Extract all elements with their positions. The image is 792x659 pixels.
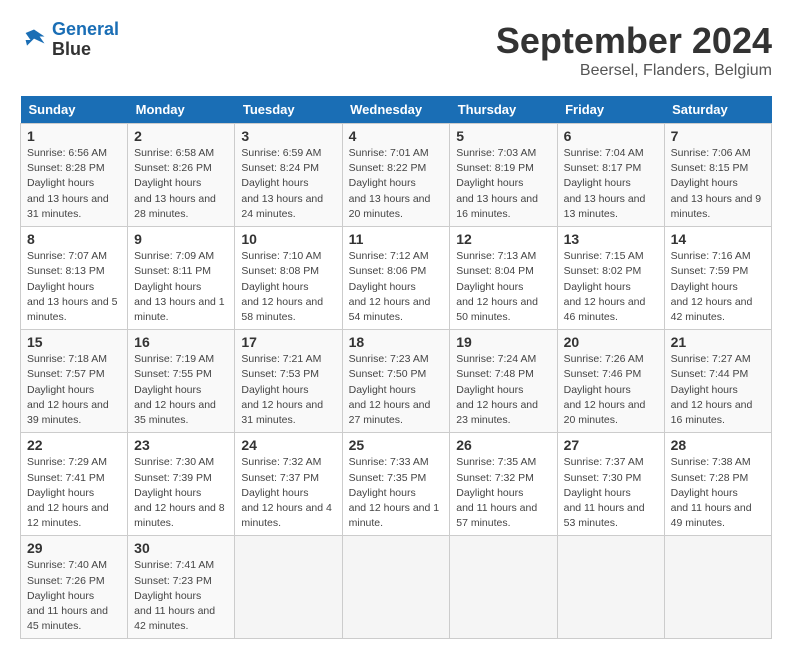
calendar-cell: 27 Sunrise: 7:37 AM Sunset: 7:30 PM Dayl… [557, 433, 664, 536]
calendar-cell [235, 536, 342, 639]
calendar-cell: 22 Sunrise: 7:29 AM Sunset: 7:41 PM Dayl… [21, 433, 128, 536]
calendar-cell: 21 Sunrise: 7:27 AM Sunset: 7:44 PM Dayl… [664, 330, 771, 433]
col-tuesday: Tuesday [235, 96, 342, 124]
col-saturday: Saturday [664, 96, 771, 124]
calendar-cell: 23 Sunrise: 7:30 AM Sunset: 7:39 PM Dayl… [128, 433, 235, 536]
calendar-cell [450, 536, 557, 639]
calendar-cell: 18 Sunrise: 7:23 AM Sunset: 7:50 PM Dayl… [342, 330, 450, 433]
col-friday: Friday [557, 96, 664, 124]
col-thursday: Thursday [450, 96, 557, 124]
col-wednesday: Wednesday [342, 96, 450, 124]
calendar-cell: 5 Sunrise: 7:03 AM Sunset: 8:19 PM Dayli… [450, 124, 557, 227]
location: Beersel, Flanders, Belgium [496, 62, 772, 80]
page-header: General Blue September 2024 Beersel, Fla… [20, 20, 772, 80]
calendar-cell: 4 Sunrise: 7:01 AM Sunset: 8:22 PM Dayli… [342, 124, 450, 227]
calendar-cell: 3 Sunrise: 6:59 AM Sunset: 8:24 PM Dayli… [235, 124, 342, 227]
calendar-cell: 20 Sunrise: 7:26 AM Sunset: 7:46 PM Dayl… [557, 330, 664, 433]
calendar-cell: 12 Sunrise: 7:13 AM Sunset: 8:04 PM Dayl… [450, 227, 557, 330]
calendar-week-5: 29 Sunrise: 7:40 AM Sunset: 7:26 PM Dayl… [21, 536, 772, 639]
calendar-cell [664, 536, 771, 639]
calendar-cell: 30 Sunrise: 7:41 AM Sunset: 7:23 PM Dayl… [128, 536, 235, 639]
calendar-cell: 10 Sunrise: 7:10 AM Sunset: 8:08 PM Dayl… [235, 227, 342, 330]
calendar-cell: 17 Sunrise: 7:21 AM Sunset: 7:53 PM Dayl… [235, 330, 342, 433]
calendar-cell: 1 Sunrise: 6:56 AM Sunset: 8:28 PM Dayli… [21, 124, 128, 227]
calendar-week-4: 22 Sunrise: 7:29 AM Sunset: 7:41 PM Dayl… [21, 433, 772, 536]
calendar-cell: 28 Sunrise: 7:38 AM Sunset: 7:28 PM Dayl… [664, 433, 771, 536]
calendar-cell: 2 Sunrise: 6:58 AM Sunset: 8:26 PM Dayli… [128, 124, 235, 227]
title-block: September 2024 Beersel, Flanders, Belgiu… [496, 20, 772, 80]
logo-icon [20, 26, 48, 54]
calendar-cell [342, 536, 450, 639]
month-title: September 2024 [496, 20, 772, 62]
calendar-cell: 25 Sunrise: 7:33 AM Sunset: 7:35 PM Dayl… [342, 433, 450, 536]
calendar-cell: 7 Sunrise: 7:06 AM Sunset: 8:15 PM Dayli… [664, 124, 771, 227]
calendar-cell: 15 Sunrise: 7:18 AM Sunset: 7:57 PM Dayl… [21, 330, 128, 433]
calendar-cell: 6 Sunrise: 7:04 AM Sunset: 8:17 PM Dayli… [557, 124, 664, 227]
calendar-cell: 26 Sunrise: 7:35 AM Sunset: 7:32 PM Dayl… [450, 433, 557, 536]
calendar-cell: 14 Sunrise: 7:16 AM Sunset: 7:59 PM Dayl… [664, 227, 771, 330]
calendar-header-row: Sunday Monday Tuesday Wednesday Thursday… [21, 96, 772, 124]
calendar-cell: 9 Sunrise: 7:09 AM Sunset: 8:11 PM Dayli… [128, 227, 235, 330]
calendar-cell: 11 Sunrise: 7:12 AM Sunset: 8:06 PM Dayl… [342, 227, 450, 330]
logo-text: General Blue [52, 20, 119, 60]
calendar-week-2: 8 Sunrise: 7:07 AM Sunset: 8:13 PM Dayli… [21, 227, 772, 330]
calendar-cell: 29 Sunrise: 7:40 AM Sunset: 7:26 PM Dayl… [21, 536, 128, 639]
calendar-cell: 13 Sunrise: 7:15 AM Sunset: 8:02 PM Dayl… [557, 227, 664, 330]
calendar-week-3: 15 Sunrise: 7:18 AM Sunset: 7:57 PM Dayl… [21, 330, 772, 433]
calendar-cell: 19 Sunrise: 7:24 AM Sunset: 7:48 PM Dayl… [450, 330, 557, 433]
calendar-cell: 8 Sunrise: 7:07 AM Sunset: 8:13 PM Dayli… [21, 227, 128, 330]
calendar-table: Sunday Monday Tuesday Wednesday Thursday… [20, 96, 772, 639]
logo: General Blue [20, 20, 119, 60]
calendar-cell [557, 536, 664, 639]
col-monday: Monday [128, 96, 235, 124]
calendar-cell: 24 Sunrise: 7:32 AM Sunset: 7:37 PM Dayl… [235, 433, 342, 536]
calendar-cell: 16 Sunrise: 7:19 AM Sunset: 7:55 PM Dayl… [128, 330, 235, 433]
col-sunday: Sunday [21, 96, 128, 124]
calendar-week-1: 1 Sunrise: 6:56 AM Sunset: 8:28 PM Dayli… [21, 124, 772, 227]
